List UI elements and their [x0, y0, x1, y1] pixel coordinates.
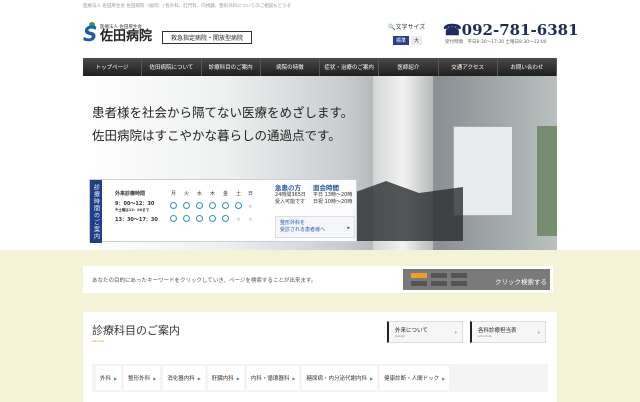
schedule-table: 外来診療時間 月火水木金土日 9：00〜12：30 ※土曜は12：00まで × 13… — [112, 188, 256, 225]
nav-treatments[interactable]: 症状・治療のご案内 — [320, 58, 380, 76]
open-mark-icon — [170, 215, 177, 222]
nav-about[interactable]: 佐田病院について — [142, 58, 202, 76]
schedule-header: 外来診療時間 — [115, 191, 146, 197]
outpatient-link[interactable]: 外来について Design › — [387, 321, 463, 343]
closed-mark-icon: × — [236, 216, 241, 223]
nav-contact[interactable]: お問い合わせ — [498, 58, 557, 76]
logo-name: 佐田病院 — [100, 28, 153, 44]
department-link[interactable]: 健康診断・人間ドック ▶ — [380, 366, 450, 390]
open-mark-icon — [196, 202, 203, 209]
phone-number: ☎092-781-6381 — [443, 21, 579, 39]
nav-top[interactable]: トップページ — [83, 58, 143, 76]
department-link[interactable]: 内科・循環器科 ▶ — [246, 366, 300, 390]
department-link[interactable]: 肝臓内科 ▶ — [207, 366, 244, 390]
department-list: 外科 ▶ 整形外科 ▶ 消化器内科 ▶ 肝臓内科 ▶ 内科・循環器科 ▶ 糖尿病・内分泌代謝内科 ▶ 健… — [92, 364, 548, 392]
nav-features[interactable]: 病院の特徴 — [261, 58, 320, 76]
emergency-info: 急患の方 24時間365日 受入可能です — [275, 184, 306, 206]
nav-access[interactable]: 交通アクセス — [439, 58, 498, 76]
section-subtitle: services — [92, 339, 105, 343]
font-size-large-button[interactable]: 大 — [411, 36, 423, 45]
open-mark-icon — [196, 215, 203, 222]
hero-line-1: 患者様を社会から隔てない医療をめざします。 — [92, 105, 354, 120]
logo[interactable]: S 医療法人 佐田厚生会 佐田病院 — [83, 22, 152, 44]
department-link[interactable]: 外科 ▶ — [96, 366, 122, 390]
open-mark-icon — [209, 202, 216, 209]
open-mark-icon — [235, 202, 242, 209]
font-size-normal-button[interactable]: 標準 — [393, 36, 410, 45]
department-link[interactable]: 整形外科 ▶ — [124, 366, 161, 390]
schedule-tab: 診療時間のご案内 — [90, 180, 102, 243]
visiting-hours: 面会時間 平日 13時〜20時 日祝 10時〜20時 — [313, 184, 353, 206]
keyword-search-bar: あなたの目的にあったキーワードをクリックしていき、ページを検索することが出来ます… — [83, 266, 553, 293]
departments-section: 診療科目のご案内 services 外来について Design › 各科診療担当表 s… — [83, 312, 557, 402]
open-mark-icon — [183, 202, 190, 209]
open-mark-icon — [222, 215, 229, 222]
nav-departments[interactable]: 診療科目のご案内 — [202, 58, 261, 76]
tagline: 医療法人 佐田厚生会 佐田病院（福岡）| 各外科、肛門科、内視鏡、整形外科につい… — [83, 4, 292, 9]
open-mark-icon — [170, 202, 177, 209]
orthopedics-link[interactable]: 整形外科を 受診される患者様へ ▸ — [275, 216, 355, 238]
search-description: あなたの目的にあったキーワードをクリックしていき、ページを検索することが出来ます… — [92, 278, 317, 284]
closed-mark-icon: × — [248, 216, 253, 223]
click-search-button[interactable]: クリック検索する — [403, 269, 550, 290]
hero-line-2: 佐田病院はすこやかな暮らしの通過点です。 — [92, 128, 341, 143]
logo-icon: S — [83, 22, 98, 46]
open-mark-icon — [222, 202, 229, 209]
department-link[interactable]: 消化器内科 ▶ — [163, 366, 205, 390]
schedule-link[interactable]: 各科診療担当表 schedule › — [470, 321, 546, 343]
designation-badge: 救急指定病院・開放型病院 — [162, 31, 253, 44]
closed-mark-icon: × — [248, 203, 253, 210]
main-nav: トップページ 佐田病院について 診療科目のご案内 病院の特徴 症状・治療のご案内… — [83, 58, 557, 76]
open-mark-icon — [183, 215, 190, 222]
section-title: 診療科目のご案内 — [92, 324, 180, 337]
department-link[interactable]: 糖尿病・内分泌代謝内科 ▶ — [302, 366, 378, 390]
nav-doctors[interactable]: 医師紹介 — [379, 58, 439, 76]
schedule-panel: 診療時間のご案内 外来診療時間 月火水木金土日 9：00〜12：30 ※土曜は12… — [89, 179, 357, 243]
font-size-label: 🔍文字サイズ — [388, 24, 426, 31]
reception-hours: 受付時間 平日8:30〜17:30 土曜日8:30〜12:00 — [445, 40, 547, 45]
open-mark-icon — [209, 215, 216, 222]
